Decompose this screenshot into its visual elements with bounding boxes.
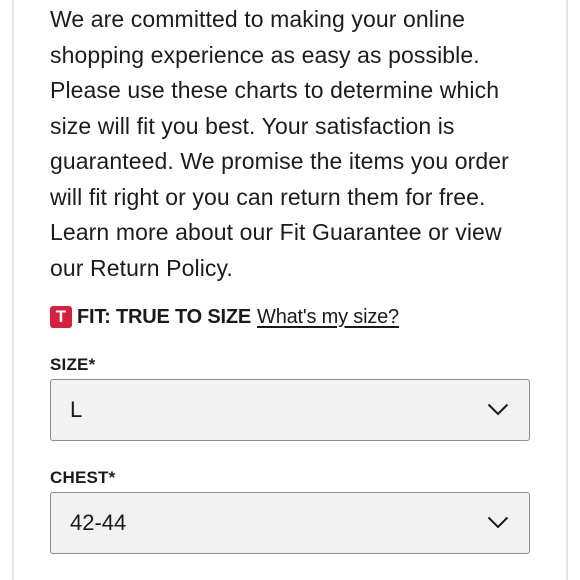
fit-indicator: T FIT: TRUE TO SIZE What's my size?: [50, 304, 399, 330]
chest-select-value: 42-44: [70, 510, 127, 535]
chest-select[interactable]: 42-44: [50, 492, 530, 554]
chevron-down-icon: [487, 403, 509, 416]
chest-field-label: CHEST*: [50, 468, 116, 487]
page-edge-right: [566, 0, 568, 580]
page-edge-left: [12, 0, 14, 580]
size-field-label: SIZE*: [50, 355, 96, 374]
size-select[interactable]: L: [50, 379, 530, 441]
whats-my-size-link[interactable]: What's my size?: [257, 306, 399, 329]
fit-badge-icon: T: [50, 306, 72, 328]
size-guide-panel: We are committed to making your online s…: [50, 0, 540, 554]
intro-paragraph: We are committed to making your online s…: [50, 6, 509, 281]
fit-label: FIT: TRUE TO SIZE: [77, 305, 252, 328]
size-select-value: L: [70, 397, 83, 422]
chevron-down-icon: [487, 516, 509, 529]
